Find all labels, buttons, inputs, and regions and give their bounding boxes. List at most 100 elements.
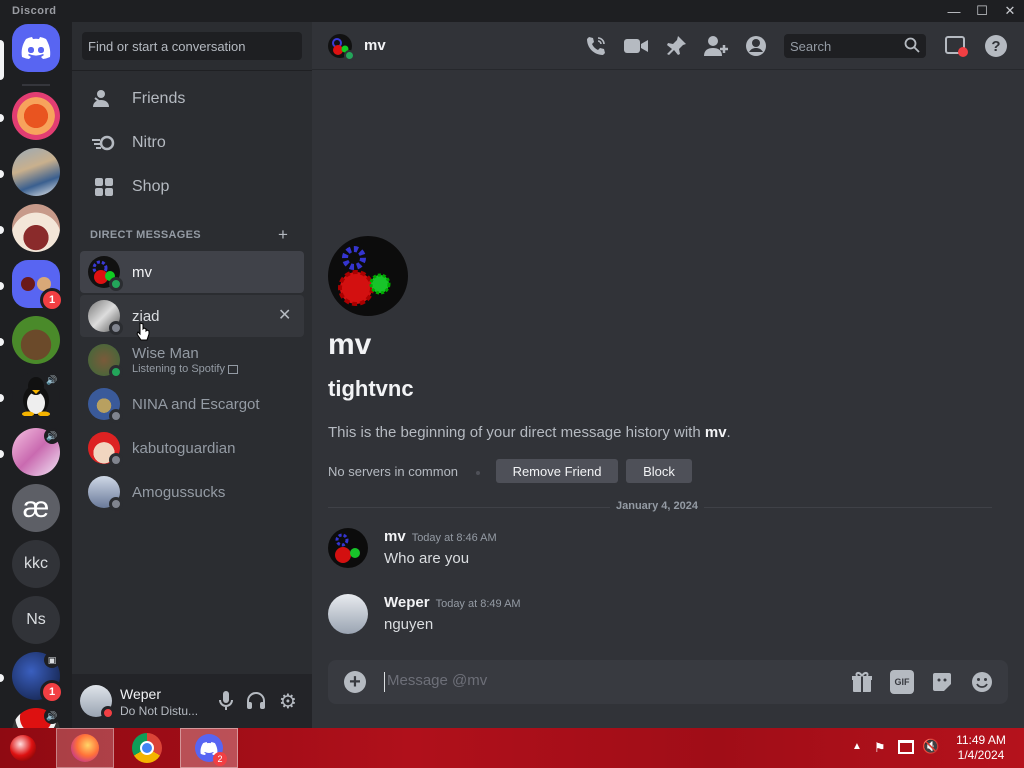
message-input[interactable]: Message @mv xyxy=(384,672,824,692)
dm-name: Wise Man xyxy=(132,345,199,362)
status-online-indicator xyxy=(109,277,123,291)
taskbar-chrome[interactable] xyxy=(118,728,176,768)
nav-nitro[interactable]: Nitro xyxy=(80,122,304,164)
windows-taskbar: 2 ▲ ⚑ 🔇 11:49 AM 1/4/2024 xyxy=(0,728,1024,768)
action-center-flag-icon[interactable]: ⚑ xyxy=(874,740,886,756)
avatar xyxy=(328,34,355,61)
profile-avatar-large xyxy=(328,236,408,316)
voice-speaker-icon: 🔊 xyxy=(44,428,60,444)
avatar xyxy=(88,256,123,291)
status-offline-indicator xyxy=(109,453,123,467)
start-button[interactable] xyxy=(0,728,46,768)
profile-username: tightvnc xyxy=(328,376,414,401)
avatar xyxy=(88,344,123,379)
gif-icon[interactable]: GIF xyxy=(890,670,914,694)
avatar xyxy=(88,388,123,423)
status-offline-indicator xyxy=(109,409,123,423)
emoji-icon[interactable] xyxy=(970,670,994,694)
network-icon[interactable] xyxy=(898,740,914,754)
firefox-icon xyxy=(71,734,99,762)
date-divider: January 4, 2024 xyxy=(610,500,704,512)
user-profile-icon[interactable] xyxy=(744,34,768,58)
help-icon[interactable]: ? xyxy=(984,34,1008,58)
close-window-button[interactable]: ✕ xyxy=(996,0,1024,22)
sticker-icon[interactable] xyxy=(930,670,954,694)
gift-icon[interactable] xyxy=(850,670,874,694)
upload-plus-icon[interactable]: + xyxy=(344,671,366,693)
minimize-button[interactable]: — xyxy=(940,0,968,22)
pinned-messages-icon[interactable] xyxy=(664,34,688,58)
server-notification-badge: 1 xyxy=(40,680,64,704)
no-servers-text: No servers in common xyxy=(328,464,459,479)
nav-shop[interactable]: Shop xyxy=(80,166,304,208)
discord-home-button[interactable] xyxy=(12,24,60,72)
nav-label: Friends xyxy=(132,90,186,107)
taskbar-firefox[interactable] xyxy=(56,728,114,768)
dm-intro-text: This is the beginning of your direct mes… xyxy=(328,424,731,441)
inbox-icon[interactable] xyxy=(944,34,968,58)
remove-friend-button[interactable]: Remove Friend xyxy=(496,459,618,483)
mouse-cursor-icon xyxy=(136,322,150,347)
dm-item-nina-and-escargot[interactable]: NINA and Escargot xyxy=(80,383,304,425)
avatar[interactable] xyxy=(328,594,368,634)
server-ubuntu[interactable] xyxy=(12,92,60,140)
nav-label: Nitro xyxy=(132,134,166,151)
settings-gear-icon[interactable]: ⚙ xyxy=(276,689,300,713)
avatar xyxy=(88,432,123,467)
chat-area: mv Search ? mv tightvnc This is the begi… xyxy=(312,22,1024,728)
create-dm-plus-icon[interactable]: + xyxy=(278,225,288,245)
server-list: 1 🔊 🔊 æ kkc Ns ▣ 1 🔊 xyxy=(0,22,72,728)
taskbar-clock[interactable]: 11:49 AM 1/4/2024 xyxy=(950,733,1012,763)
dm-sidebar: Find or start a conversation Friends Nit… xyxy=(72,22,312,728)
block-button[interactable]: Block xyxy=(626,459,692,483)
discord-icon: 2 xyxy=(195,734,227,766)
user-panel: Weper Do Not Distu... ⚙ xyxy=(72,674,312,728)
dm-item-mv[interactable]: mv xyxy=(80,251,304,293)
profile-display-name: mv xyxy=(328,328,372,361)
server-ns[interactable]: Ns xyxy=(12,596,60,644)
channel-name: mv xyxy=(364,37,386,54)
status-dnd-indicator xyxy=(101,706,115,720)
find-conversation-input[interactable]: Find or start a conversation xyxy=(82,32,302,60)
dm-name: mv xyxy=(132,263,152,281)
dm-name: Amogussucks xyxy=(132,483,226,501)
avatar xyxy=(88,476,123,511)
microphone-icon[interactable] xyxy=(214,689,238,713)
message-text: nguyen xyxy=(384,616,434,633)
avatar[interactable] xyxy=(80,685,115,720)
dm-item-amogussucks[interactable]: Amogussucks xyxy=(80,471,304,513)
nav-label: Shop xyxy=(132,178,170,195)
status-offline-indicator xyxy=(109,321,123,335)
video-call-icon[interactable] xyxy=(624,34,648,58)
server-minecraft[interactable] xyxy=(12,316,60,364)
headphones-icon[interactable] xyxy=(244,689,268,713)
voice-speaker-icon: 🔊 xyxy=(44,372,60,388)
message-author[interactable]: Weper Today at 8:49 AM xyxy=(384,594,521,611)
message-author[interactable]: mv Today at 8:46 AM xyxy=(384,528,497,545)
dm-item-ziad[interactable]: ziad ✕ xyxy=(80,295,304,337)
app-title: Discord xyxy=(12,5,57,17)
nav-friends[interactable]: Friends xyxy=(80,78,304,120)
show-hidden-icons-chevron[interactable]: ▲ xyxy=(852,741,862,752)
close-dm-icon[interactable]: ✕ xyxy=(278,305,291,325)
dm-item-wise-man[interactable]: Wise Man Listening to Spotify xyxy=(80,339,304,381)
voice-call-icon[interactable] xyxy=(584,34,608,58)
server-kkc[interactable]: kkc xyxy=(12,540,60,588)
stage-icon: ▣ xyxy=(44,652,60,668)
nitro-icon xyxy=(92,131,116,155)
maximize-button[interactable]: ☐ xyxy=(968,0,996,22)
taskbar-discord[interactable]: 2 xyxy=(180,728,238,768)
voice-speaker-icon: 🔊 xyxy=(44,708,60,724)
header-search-input[interactable]: Search xyxy=(784,34,926,58)
chrome-icon xyxy=(132,733,162,763)
message-timestamp: Today at 8:49 AM xyxy=(435,598,521,610)
volume-muted-icon[interactable]: 🔇 xyxy=(922,738,939,755)
avatar[interactable] xyxy=(328,528,368,568)
add-friends-to-dm-icon[interactable] xyxy=(704,34,728,58)
server-cat-piano[interactable] xyxy=(12,148,60,196)
server-bowl[interactable] xyxy=(12,204,60,252)
taskbar-badge: 2 xyxy=(213,752,227,766)
channel-header: mv Search ? xyxy=(312,22,1024,70)
server-ae[interactable]: æ xyxy=(12,484,60,532)
dm-item-kabutoguardian[interactable]: kabutoguardian xyxy=(80,427,304,469)
